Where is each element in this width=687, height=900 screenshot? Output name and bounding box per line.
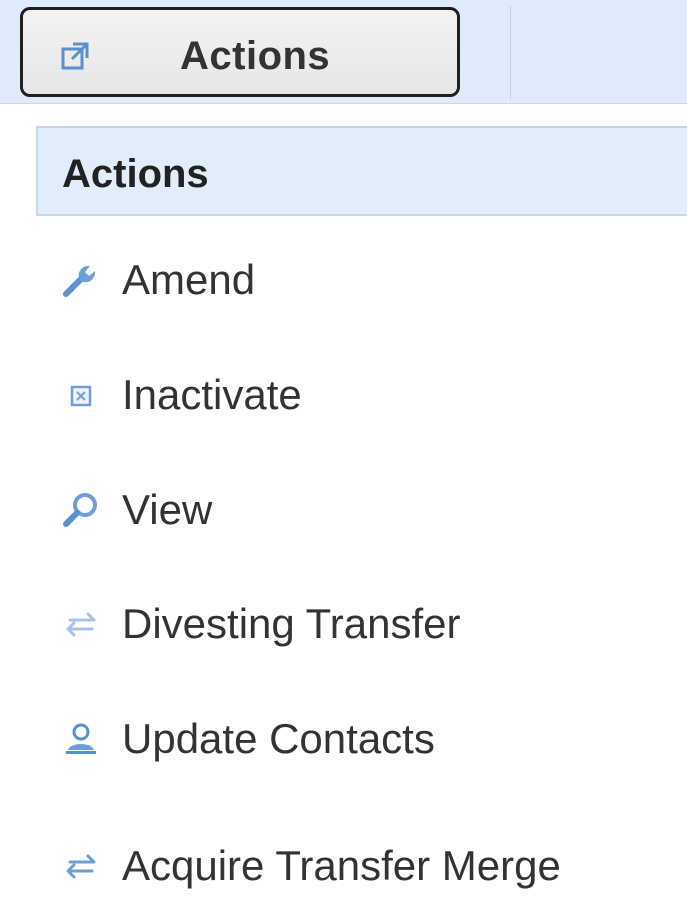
actions-menu: Actions Amend Inactivate View Divesting … <box>36 126 687 895</box>
menu-item-inactivate[interactable]: Inactivate <box>56 359 676 429</box>
menu-item-view[interactable]: View <box>56 474 676 544</box>
wrench-icon <box>63 265 96 297</box>
menu-item-label: Update Contacts <box>122 715 435 762</box>
toolbar-separator <box>510 6 511 100</box>
menu-item-label: Amend <box>122 256 256 303</box>
menu-item-label: View <box>122 486 213 533</box>
menu-item-label: Acquire Transfer Merge <box>122 842 561 889</box>
menu-header: Actions <box>36 126 687 216</box>
magnifier-icon <box>63 493 97 527</box>
menu-item-amend[interactable]: Amend <box>56 244 676 314</box>
menu-header-title: Actions <box>62 152 209 196</box>
toolbar: Actions <box>0 0 687 104</box>
external-link-icon <box>61 42 89 70</box>
actions-button-label: Actions <box>180 34 331 78</box>
inactivate-box-icon <box>70 385 92 407</box>
menu-item-divesting-transfer[interactable]: Divesting Transfer <box>56 588 676 658</box>
actions-button[interactable]: Actions <box>20 7 460 97</box>
menu-item-label: Inactivate <box>122 371 302 418</box>
menu-item-label: Divesting Transfer <box>122 600 461 647</box>
transfer-arrows-icon <box>66 612 96 637</box>
menu-item-update-contacts[interactable]: Update Contacts <box>56 703 676 773</box>
transfer-arrows-icon <box>66 854 96 879</box>
menu-item-acquire-transfer-merge[interactable]: Acquire Transfer Merge <box>56 830 676 900</box>
contact-person-icon <box>66 723 96 754</box>
